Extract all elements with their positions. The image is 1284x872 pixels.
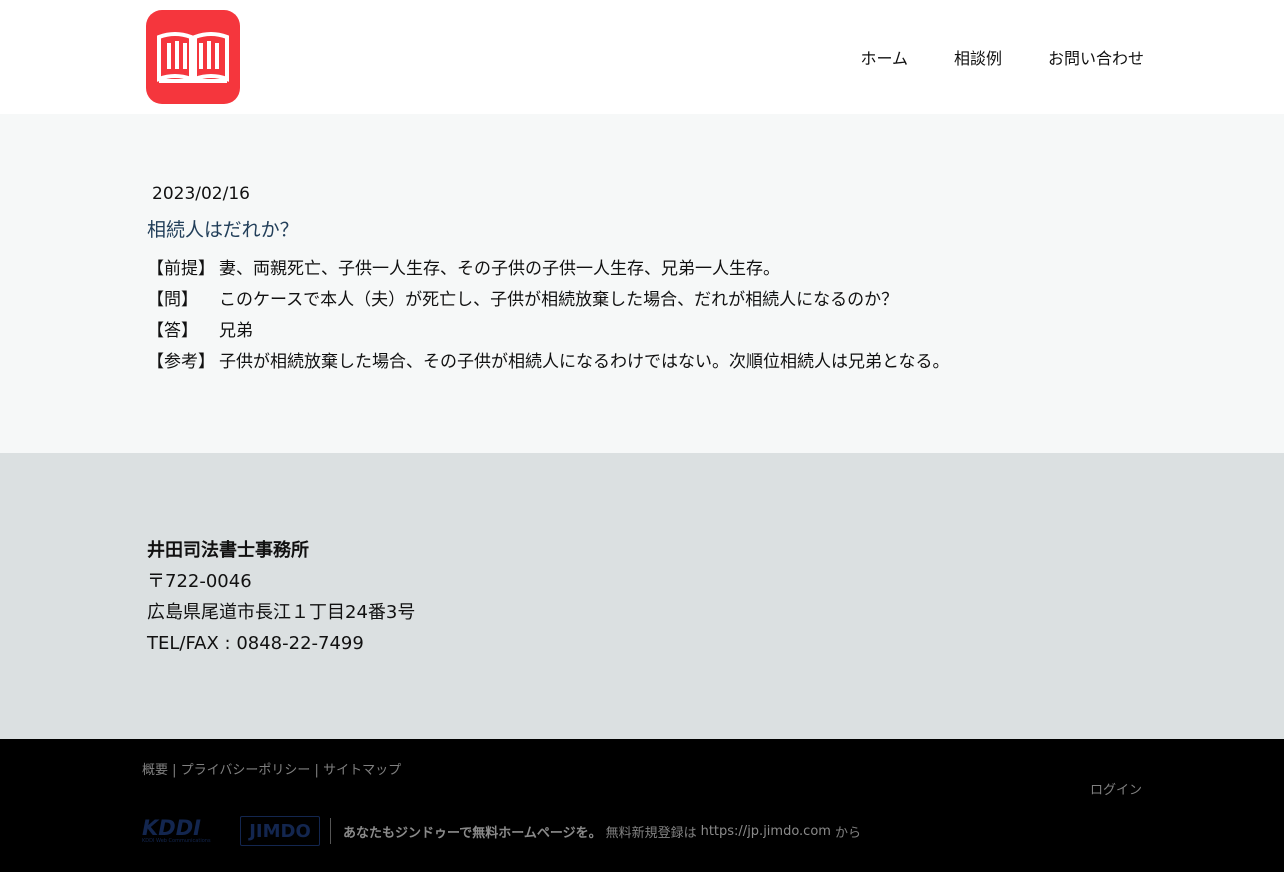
site-header: ホーム 相談例 お問い合わせ [0, 0, 1284, 114]
qa-row-question: 【問】 このケースで本人（夫）が死亡し、子供が相続放棄した場合、だれが相続人にな… [147, 282, 950, 313]
qa-text: このケースで本人（夫）が死亡し、子供が相続放棄した場合、だれが相続人になるのか？ [219, 290, 899, 310]
kddi-logo-text: KDDI [142, 816, 201, 840]
qa-key: 【参考】 [147, 352, 215, 372]
nav-contact[interactable]: お問い合わせ [1048, 45, 1144, 69]
open-book-icon [157, 32, 229, 83]
nav-consultation-examples[interactable]: 相談例 [954, 45, 1002, 69]
kddi-logo-subtext: KDDI Web Communications [142, 838, 211, 844]
jimdo-promo: KDDI KDDI Web Communications JIMDO あなたもジ… [142, 815, 861, 847]
office-info-section: 井田司法書士事務所 〒722-0046 広島県尾道市長江１丁目24番3号 TEL… [0, 453, 1284, 739]
qa-text: 子供が相続放棄した場合、その子供が相続人になるわけではない。次順位相続人は兄弟と… [219, 352, 950, 372]
footer-link-about[interactable]: 概要 [142, 763, 168, 778]
promo-text: 無料新規登録は [605, 825, 697, 841]
post-title: 相続人はだれか？ [147, 219, 299, 241]
office-address: 広島県尾道市長江１丁目24番3号 [147, 602, 416, 623]
main-content: 2023/02/16 相続人はだれか？ 【前提】 妻、両親死亡、子供一人生存、そ… [0, 114, 1284, 453]
qa-row-reference: 【参考】 子供が相続放棄した場合、その子供が相続人になるわけではない。次順位相続… [147, 344, 950, 375]
promo-suffix: から [834, 825, 861, 841]
footer-separator: | [168, 763, 181, 778]
qa-row-premise: 【前提】 妻、両親死亡、子供一人生存、その子供の子供一人生存、兄弟一人生存。 [147, 251, 950, 282]
site-footer: 概要 | プライバシーポリシー | サイトマップ ログイン KDDI KDDI … [0, 739, 1284, 872]
login-link[interactable]: ログイン [1090, 779, 1142, 798]
footer-separator: | [310, 763, 324, 778]
blog-post: 2023/02/16 相続人はだれか？ 【前提】 妻、両親死亡、子供一人生存、そ… [147, 184, 950, 375]
qa-text: 妻、両親死亡、子供一人生存、その子供の子供一人生存、兄弟一人生存。 [219, 259, 780, 279]
office-info: 井田司法書士事務所 〒722-0046 広島県尾道市長江１丁目24番3号 TEL… [147, 535, 415, 659]
office-tel: TEL/FAX : 0848-22-7499 [147, 633, 364, 654]
footer-link-sitemap[interactable]: サイトマップ [323, 763, 401, 778]
office-postal: 〒722-0046 [147, 571, 252, 592]
footer-links: 概要 | プライバシーポリシー | サイトマップ [142, 759, 401, 778]
qa-key: 【前提】 [147, 259, 215, 279]
footer-link-privacy[interactable]: プライバシーポリシー [181, 763, 311, 778]
post-body: 【前提】 妻、両親死亡、子供一人生存、その子供の子供一人生存、兄弟一人生存。 【… [147, 251, 950, 375]
promo-divider [330, 818, 331, 844]
kddi-logo[interactable]: KDDI KDDI Web Communications [142, 816, 228, 845]
promo-headline: あなたもジンドゥーで無料ホームページを。 [343, 825, 602, 841]
site-logo[interactable] [146, 10, 240, 104]
promo-url-link[interactable]: https://jp.jimdo.com [701, 824, 831, 839]
main-nav: ホーム 相談例 お問い合わせ [860, 45, 1144, 69]
qa-row-answer: 【答】 兄弟 [147, 313, 950, 344]
jimdo-logo[interactable]: JIMDO [240, 816, 320, 846]
qa-key: 【問】 [147, 290, 198, 310]
post-date: 2023/02/16 [152, 184, 250, 204]
qa-key: 【答】 [147, 321, 198, 341]
qa-text: 兄弟 [219, 321, 253, 341]
nav-home[interactable]: ホーム [860, 45, 908, 69]
office-name: 井田司法書士事務所 [147, 540, 309, 561]
